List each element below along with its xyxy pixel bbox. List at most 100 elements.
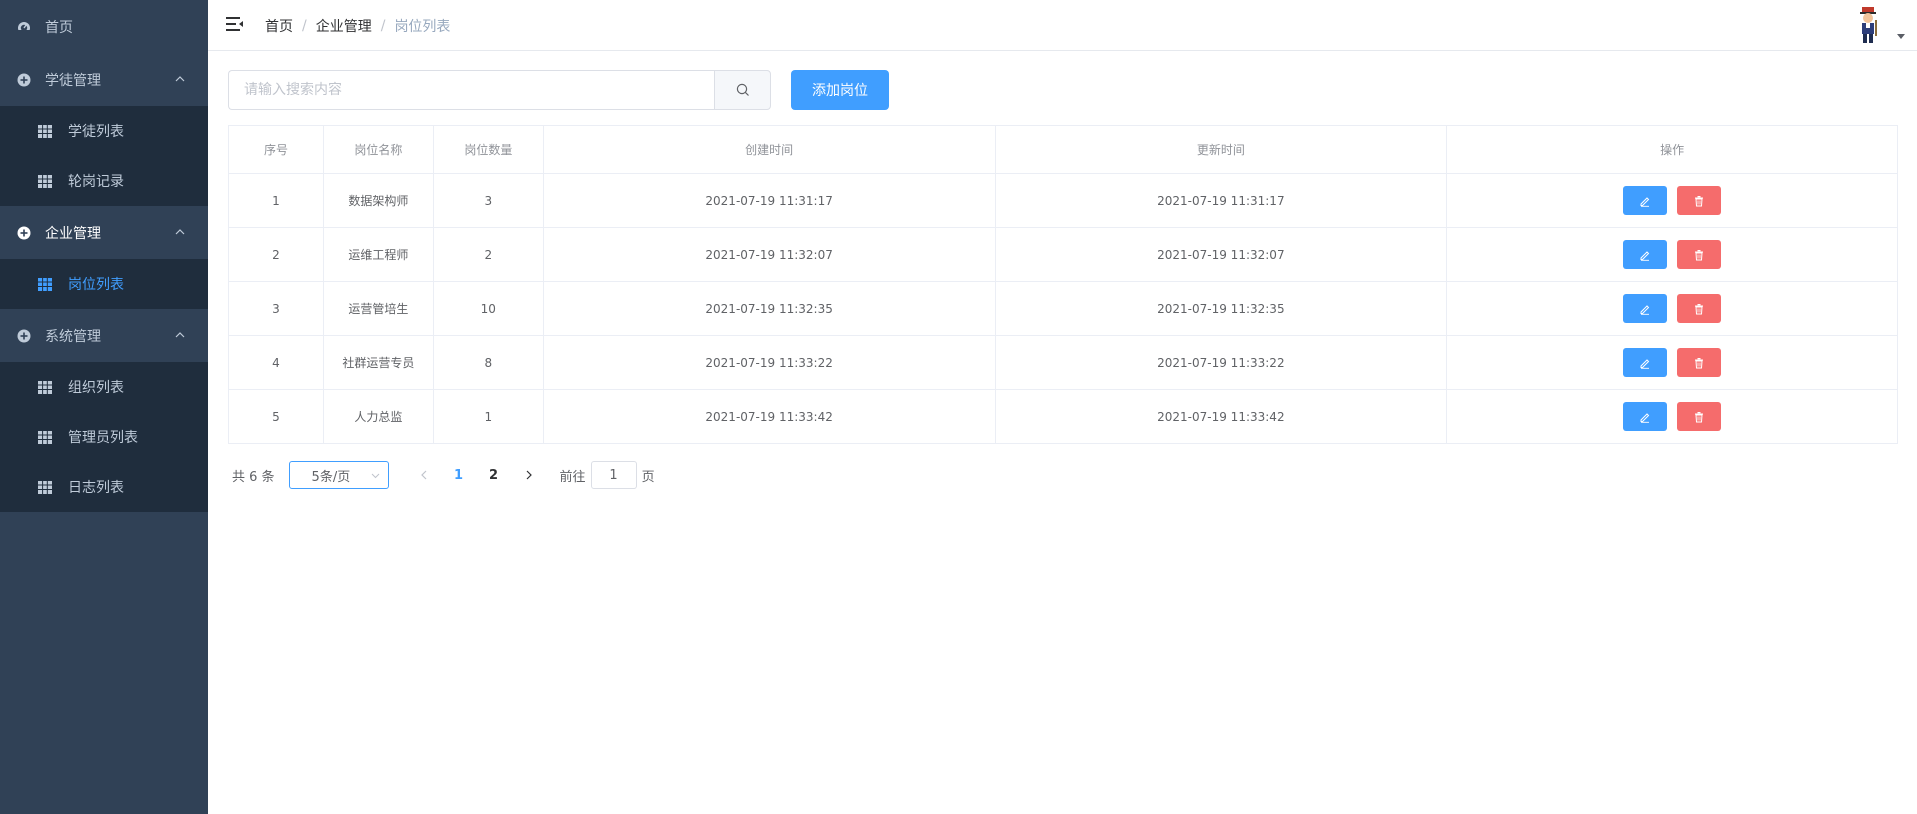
search-button[interactable] <box>714 70 771 110</box>
submenu-system: 组织列表 管理员列表 日志列表 <box>0 362 208 512</box>
breadcrumb-current: 岗位列表 <box>394 19 451 35</box>
sidebar-item-home[interactable]: 首页 <box>0 0 208 53</box>
submenu-apprentice: 学徒列表 轮岗记录 <box>0 106 208 206</box>
trash-icon <box>1695 411 1704 422</box>
sidebar-group-label: 企业管理 <box>45 225 101 242</box>
search-icon <box>736 83 749 96</box>
sidebar-item-label: 首页 <box>45 19 73 36</box>
edit-button[interactable] <box>1623 240 1668 269</box>
chevron-down-icon <box>371 473 379 479</box>
sidebar-item-label: 学徒列表 <box>68 124 124 140</box>
cell-position-name: 人力总监 <box>322 389 434 444</box>
delete-button[interactable] <box>1677 294 1722 323</box>
cell-actions <box>1446 389 1898 444</box>
cell-position-count: 8 <box>432 335 544 390</box>
dashboard-icon <box>17 20 31 34</box>
table-icon <box>38 430 52 444</box>
sidebar-item-label: 管理员列表 <box>68 430 138 446</box>
delete-button[interactable] <box>1677 240 1722 269</box>
sidebar-item-rotation-records[interactable]: 轮岗记录 <box>0 156 208 206</box>
cell-updated-time: 2021-07-19 11:31:17 <box>994 173 1448 228</box>
page-suffix: 页 <box>641 469 655 485</box>
edit-button[interactable] <box>1623 294 1668 323</box>
header-created-time: 创建时间 <box>542 125 996 174</box>
table-icon <box>38 480 52 494</box>
cell-position-count: 2 <box>432 227 544 282</box>
circle-plus-icon <box>17 226 31 240</box>
delete-button[interactable] <box>1677 186 1722 215</box>
trash-icon <box>1695 303 1704 314</box>
prev-page-button[interactable] <box>409 461 439 489</box>
cell-index: 2 <box>228 227 324 282</box>
cell-updated-time: 2021-07-19 11:32:07 <box>994 227 1448 282</box>
sidebar-item-label: 日志列表 <box>68 480 124 496</box>
sidebar-item-org-list[interactable]: 组织列表 <box>0 362 208 412</box>
edit-icon <box>1640 412 1650 423</box>
edit-icon <box>1640 196 1650 207</box>
sidebar-item-apprentice-list[interactable]: 学徒列表 <box>0 106 208 156</box>
table-row: 1 数据架构师 3 2021-07-19 11:31:17 2021-07-19… <box>228 173 1898 228</box>
edit-button[interactable] <box>1623 348 1668 377</box>
search-input[interactable] <box>228 70 714 110</box>
goto-label: 前往 <box>559 469 586 485</box>
caret-down-icon[interactable] <box>1897 34 1905 39</box>
breadcrumb: 首页 / 企业管理 / 岗位列表 <box>265 16 450 36</box>
goto-page-input[interactable] <box>590 461 637 489</box>
edit-button[interactable] <box>1623 186 1668 215</box>
delete-button[interactable] <box>1677 348 1722 377</box>
sidebar-item-position-list[interactable]: 岗位列表 <box>0 259 208 309</box>
sidebar-group-apprentice[interactable]: 学徒管理 <box>0 53 208 106</box>
page-size-select[interactable]: 5条/页 <box>288 461 389 489</box>
avatar[interactable] <box>1853 6 1883 44</box>
cell-position-count: 1 <box>432 389 544 444</box>
table-icon <box>38 174 52 188</box>
sidebar-group-label: 学徒管理 <box>45 72 101 89</box>
chevron-up-icon <box>175 229 185 235</box>
cell-created-time: 2021-07-19 11:33:42 <box>542 389 996 444</box>
table-row: 3 运营管培生 10 2021-07-19 11:32:35 2021-07-1… <box>228 281 1898 336</box>
cell-actions <box>1446 173 1898 228</box>
breadcrumb-separator: / <box>302 18 307 34</box>
sidebar-group-label: 系统管理 <box>45 328 101 345</box>
sidebar-group-system[interactable]: 系统管理 <box>0 309 208 362</box>
sidebar-item-label: 组织列表 <box>68 380 124 396</box>
sidebar: 首页 学徒管理 学徒列表 轮岗记录 企业管理 岗位列表 系统管理 组织列表 管理… <box>0 0 208 814</box>
hamburger-icon[interactable] <box>226 16 244 32</box>
cell-created-time: 2021-07-19 11:32:07 <box>542 227 996 282</box>
sidebar-item-label: 轮岗记录 <box>68 174 124 190</box>
chevron-right-icon <box>526 470 532 480</box>
header-position-count: 岗位数量 <box>432 125 544 174</box>
cell-updated-time: 2021-07-19 11:32:35 <box>994 281 1448 336</box>
next-page-button[interactable] <box>514 461 544 489</box>
position-table: 序号 岗位名称 岗位数量 创建时间 更新时间 操作 1 数据架构师 3 2021… <box>228 125 1898 444</box>
cell-index: 5 <box>228 389 324 444</box>
page-number-2[interactable]: 2 <box>479 461 509 489</box>
table-icon <box>38 124 52 138</box>
circle-plus-icon <box>17 73 31 87</box>
chevron-up-icon <box>175 332 185 338</box>
breadcrumb-enterprise[interactable]: 企业管理 <box>316 16 372 36</box>
trash-icon <box>1695 195 1704 206</box>
edit-button[interactable] <box>1623 402 1668 431</box>
pagination: 共 6 条 5条/页 1 2 前往 页 <box>232 461 655 489</box>
delete-button[interactable] <box>1677 402 1722 431</box>
cell-created-time: 2021-07-19 11:32:35 <box>542 281 996 336</box>
cell-actions <box>1446 281 1898 336</box>
sidebar-item-log-list[interactable]: 日志列表 <box>0 462 208 512</box>
page-number-1[interactable]: 1 <box>444 461 474 489</box>
search-bar <box>228 70 771 110</box>
trash-icon <box>1695 357 1704 368</box>
sidebar-item-admin-list[interactable]: 管理员列表 <box>0 412 208 462</box>
breadcrumb-home[interactable]: 首页 <box>265 16 293 36</box>
cell-position-name: 社群运营专员 <box>322 335 434 390</box>
cell-updated-time: 2021-07-19 11:33:22 <box>994 335 1448 390</box>
cell-created-time: 2021-07-19 11:33:22 <box>542 335 996 390</box>
sidebar-group-enterprise[interactable]: 企业管理 <box>0 206 208 259</box>
add-position-button[interactable]: 添加岗位 <box>791 70 889 110</box>
circle-plus-icon <box>17 329 31 343</box>
edit-icon <box>1640 250 1650 261</box>
cell-actions <box>1446 335 1898 390</box>
submenu-enterprise: 岗位列表 <box>0 259 208 309</box>
edit-icon <box>1640 358 1650 369</box>
cell-index: 4 <box>228 335 324 390</box>
